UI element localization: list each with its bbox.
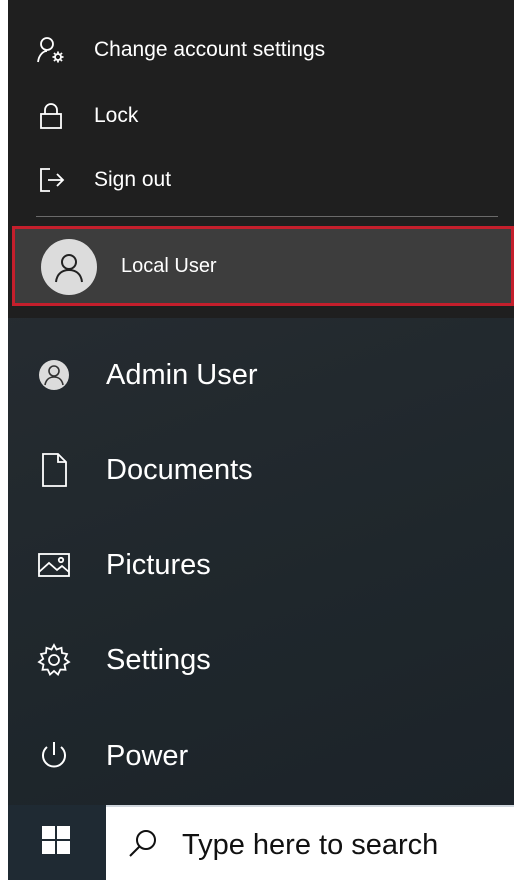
windows-logo-icon bbox=[42, 826, 70, 859]
person-gear-icon bbox=[36, 35, 66, 65]
sign-out-label: Sign out bbox=[94, 168, 172, 191]
flyout-divider bbox=[36, 216, 498, 217]
picture-icon bbox=[34, 545, 74, 585]
power-label: Power bbox=[106, 739, 189, 772]
start-menu-panel: Change account settings Lock Sign out Lo… bbox=[8, 0, 514, 805]
avatar-icon bbox=[34, 355, 74, 395]
pictures-label: Pictures bbox=[106, 548, 211, 581]
taskbar: Type here to search bbox=[8, 805, 514, 880]
start-item-settings[interactable]: Settings bbox=[8, 615, 514, 705]
document-icon bbox=[34, 450, 74, 490]
local-user-label: Local User bbox=[121, 254, 217, 277]
search-icon bbox=[126, 827, 160, 866]
documents-label: Documents bbox=[106, 453, 253, 486]
power-icon bbox=[34, 736, 74, 776]
settings-label: Settings bbox=[106, 643, 211, 676]
sign-out-item[interactable]: Sign out bbox=[8, 150, 514, 210]
lock-item[interactable]: Lock bbox=[8, 86, 514, 146]
search-placeholder: Type here to search bbox=[182, 829, 439, 861]
search-box[interactable]: Type here to search bbox=[106, 805, 514, 880]
start-item-admin-user[interactable]: Admin User bbox=[8, 330, 514, 420]
change-account-settings-label: Change account settings bbox=[94, 38, 326, 61]
account-flyout: Change account settings Lock Sign out Lo… bbox=[8, 0, 514, 318]
change-account-settings-item[interactable]: Change account settings bbox=[8, 20, 514, 80]
start-item-pictures[interactable]: Pictures bbox=[8, 520, 514, 610]
start-item-documents[interactable]: Documents bbox=[8, 425, 514, 515]
lock-label: Lock bbox=[94, 104, 139, 127]
start-button[interactable] bbox=[8, 805, 104, 880]
gear-icon bbox=[34, 640, 74, 680]
local-user-item[interactable]: Local User bbox=[12, 226, 514, 306]
sign-out-icon bbox=[36, 165, 66, 195]
admin-user-label: Admin User bbox=[106, 358, 258, 391]
person-icon bbox=[41, 239, 97, 295]
lock-icon bbox=[36, 101, 66, 131]
start-item-power[interactable]: Power bbox=[8, 711, 514, 801]
